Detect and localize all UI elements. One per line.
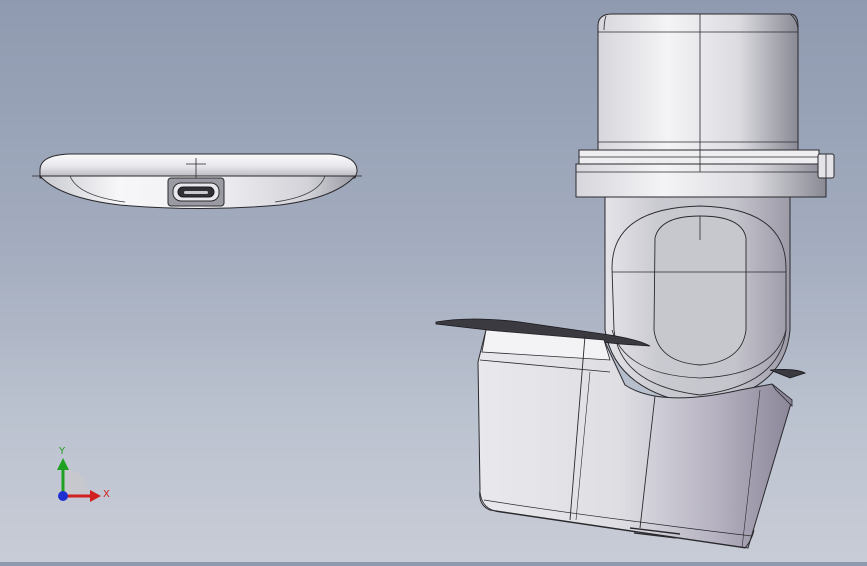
flange-ring: [575, 149, 835, 198]
y-axis-label: Y: [58, 446, 66, 457]
usb-c-port: [167, 177, 225, 207]
graphics-viewport[interactable]: Y X: [0, 0, 867, 562]
usb-device-part[interactable]: [32, 153, 362, 209]
axis-triad: Y X: [57, 446, 110, 502]
elbow-body: [604, 196, 791, 406]
elbow-assembly-part[interactable]: [435, 13, 835, 549]
x-axis-label: X: [103, 489, 110, 500]
model-canvas[interactable]: Y X: [0, 0, 867, 562]
z-axis-dot: [58, 491, 68, 501]
top-cylinder: [597, 13, 799, 151]
